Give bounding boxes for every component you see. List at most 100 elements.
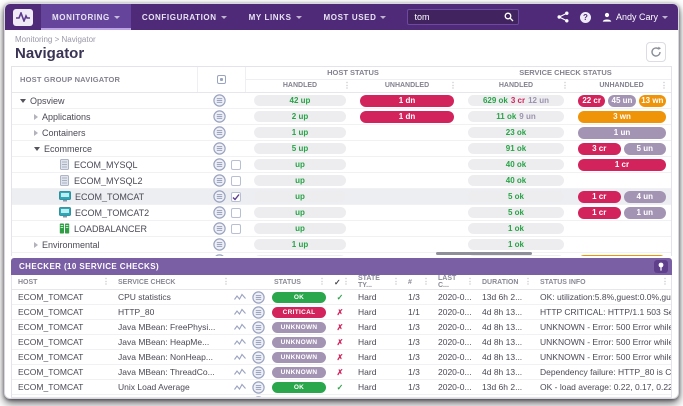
tree-collapsed-icon[interactable] [34,114,38,120]
unhandled-pill[interactable]: 22 cr [578,95,605,107]
status-badge[interactable]: CRITICAL [272,307,326,318]
search-icon[interactable] [504,12,514,22]
tree-collapsed-icon[interactable] [34,242,38,248]
service-check-column-header[interactable]: SERVICE CHECK⋮ [112,275,232,289]
column-menu-icon[interactable]: ⋮ [449,82,457,90]
column-menu-icon[interactable]: ⋮ [660,82,668,90]
share-icon[interactable] [557,11,569,23]
handled-count-pill[interactable]: 629 ok3 cr12 un [468,95,564,106]
hamburger-menu-icon[interactable] [252,336,265,349]
host-checkbox[interactable] [231,176,241,186]
unhandled-pill[interactable]: 3 wn [578,111,666,123]
column-menu-icon[interactable]: ⋮ [661,278,669,286]
host-checkbox[interactable] [231,224,241,234]
hamburger-menu-icon[interactable] [213,126,226,139]
unhandled-pill[interactable]: 3 cr [578,143,621,155]
hamburger-menu-icon[interactable] [252,396,265,399]
hamburger-menu-icon[interactable] [252,381,265,394]
handled-count-pill[interactable]: up [254,223,346,234]
handled-count-pill[interactable]: 5 ok [468,191,564,202]
scrollbar-thumb[interactable] [436,252,532,255]
hamburger-menu-icon[interactable] [213,158,226,171]
hamburger-menu-icon[interactable] [213,94,226,107]
opsview-logo[interactable] [13,9,33,26]
user-menu[interactable]: Andy Cary [602,12,668,22]
sparkline-icon[interactable] [234,353,246,362]
hamburger-menu-icon[interactable] [213,110,226,123]
host-checkbox[interactable] [231,208,241,218]
column-menu-icon[interactable]: ⋮ [343,82,351,90]
handled-column-header[interactable]: ✓⋮ [328,275,352,289]
sparkline-icon[interactable] [234,338,246,347]
service-check-cell[interactable]: CPU statistics [112,292,232,302]
host-checkbox[interactable] [231,160,241,170]
sparkline-icon[interactable] [234,398,246,399]
hamburger-menu-icon[interactable] [213,222,226,235]
checker-row-cpu-statistics[interactable]: ECOM_TOMCATCPU statisticsOK✓Hard1/32020-… [12,290,671,305]
svc-unhandled-header[interactable]: UNHANDLED⋮ [572,80,671,92]
attempt-column-header[interactable]: #⋮ [402,275,432,289]
hamburger-menu-icon[interactable] [213,206,226,219]
tree-column-header[interactable]: HOST GROUP NAVIGATOR [12,67,198,92]
handled-count-pill[interactable]: 1 up [254,127,346,138]
unhandled-pill[interactable]: 1 dn [360,95,454,107]
search-box[interactable] [407,9,519,25]
state-type-column-header[interactable]: STATE TY...⋮ [352,275,402,289]
handled-count-pill[interactable]: up [254,175,346,186]
column-menu-icon[interactable]: ⋮ [102,278,110,286]
column-menu-icon[interactable]: ⋮ [561,82,569,90]
host-checkbox[interactable] [231,192,241,202]
service-check-cell[interactable]: Unix Memory [112,397,232,398]
unhandled-pill[interactable]: 1 cr [578,191,621,203]
status-badge[interactable]: UNKNOWN [272,367,326,378]
status-badge[interactable]: OK [272,382,326,393]
nav-item-monitoring[interactable]: MONITORING [41,4,131,30]
checker-row-java-mbean-threadco-[interactable]: ECOM_TOMCATJava MBean: ThreadCo...UNKNOW… [12,365,671,380]
controls-column-header[interactable] [198,67,246,92]
tree-collapsed-icon[interactable] [34,130,38,136]
help-icon[interactable]: ? [580,12,591,23]
handled-count-pill[interactable]: up [254,191,346,202]
handled-count-pill[interactable]: 5 up [254,143,346,154]
svc-handled-header[interactable]: HANDLED⋮ [460,80,572,92]
status-badge[interactable]: OK [272,292,326,303]
unhandled-pill[interactable]: 1 un [624,207,667,219]
checker-row-java-mbean-heapme-[interactable]: ECOM_TOMCATJava MBean: HeapMe...UNKNOWN✗… [12,335,671,350]
handled-count-pill[interactable]: 42 up [254,95,346,106]
column-menu-icon[interactable]: ⋮ [466,278,474,286]
pin-button[interactable] [654,260,668,273]
hamburger-menu-icon[interactable] [213,238,226,251]
service-check-cell[interactable]: Unix Load Average [112,382,232,392]
unhandled-pill[interactable]: 45 un [608,95,635,107]
handled-count-pill[interactable]: 40 ok [468,175,564,186]
host-column-header[interactable]: HOST⋮ [12,275,112,289]
tree-row-ecom-tomcat2[interactable]: ECOM_TOMCAT2up5 ok1 cr1 un [12,205,671,221]
refresh-button[interactable] [646,42,666,62]
sparkline-icon[interactable] [234,323,246,332]
service-check-cell[interactable]: Java MBean: FreePhysi... [112,322,232,332]
handled-count-pill[interactable]: 23 ok [468,127,564,138]
nav-item-most-used[interactable]: MOST USED [313,4,398,30]
host-handled-header[interactable]: HANDLED⋮ [246,80,354,92]
hamburger-menu-icon[interactable] [213,142,226,155]
unhandled-pill[interactable]: 5 un [624,143,667,155]
hamburger-menu-icon[interactable] [252,366,265,379]
service-check-cell[interactable]: Java MBean: ThreadCo... [112,367,232,377]
service-check-cell[interactable]: HTTP_80 [112,307,232,317]
checker-row-java-mbean-freephysi-[interactable]: ECOM_TOMCATJava MBean: FreePhysi...UNKNO… [12,320,671,335]
handled-count-pill[interactable]: 1 ok [468,239,564,250]
search-input[interactable] [414,12,504,22]
status-badge[interactable]: UNKNOWN [272,337,326,348]
checker-row-unix-load-average[interactable]: ECOM_TOMCATUnix Load AverageOK✓Hard1/320… [12,380,671,395]
unhandled-pill[interactable]: 13 wn [639,95,666,107]
status-column-header[interactable]: STATUS⋮ [268,275,328,289]
handled-count-pill[interactable]: 91 ok [468,143,564,154]
tree-row-ecom-mysql[interactable]: ECOM_MYSQLup40 ok1 cr [12,157,671,173]
handled-count-pill[interactable]: 2 up [254,111,346,122]
unhandled-pill[interactable]: 1 dn [360,111,454,123]
nav-item-my-links[interactable]: MY LINKS [238,4,313,30]
horizontal-scrollbar[interactable] [12,252,671,256]
column-menu-icon[interactable]: ⋮ [222,278,230,286]
tree-expanded-icon[interactable] [34,147,40,151]
status-badge[interactable]: UNKNOWN [272,322,326,333]
